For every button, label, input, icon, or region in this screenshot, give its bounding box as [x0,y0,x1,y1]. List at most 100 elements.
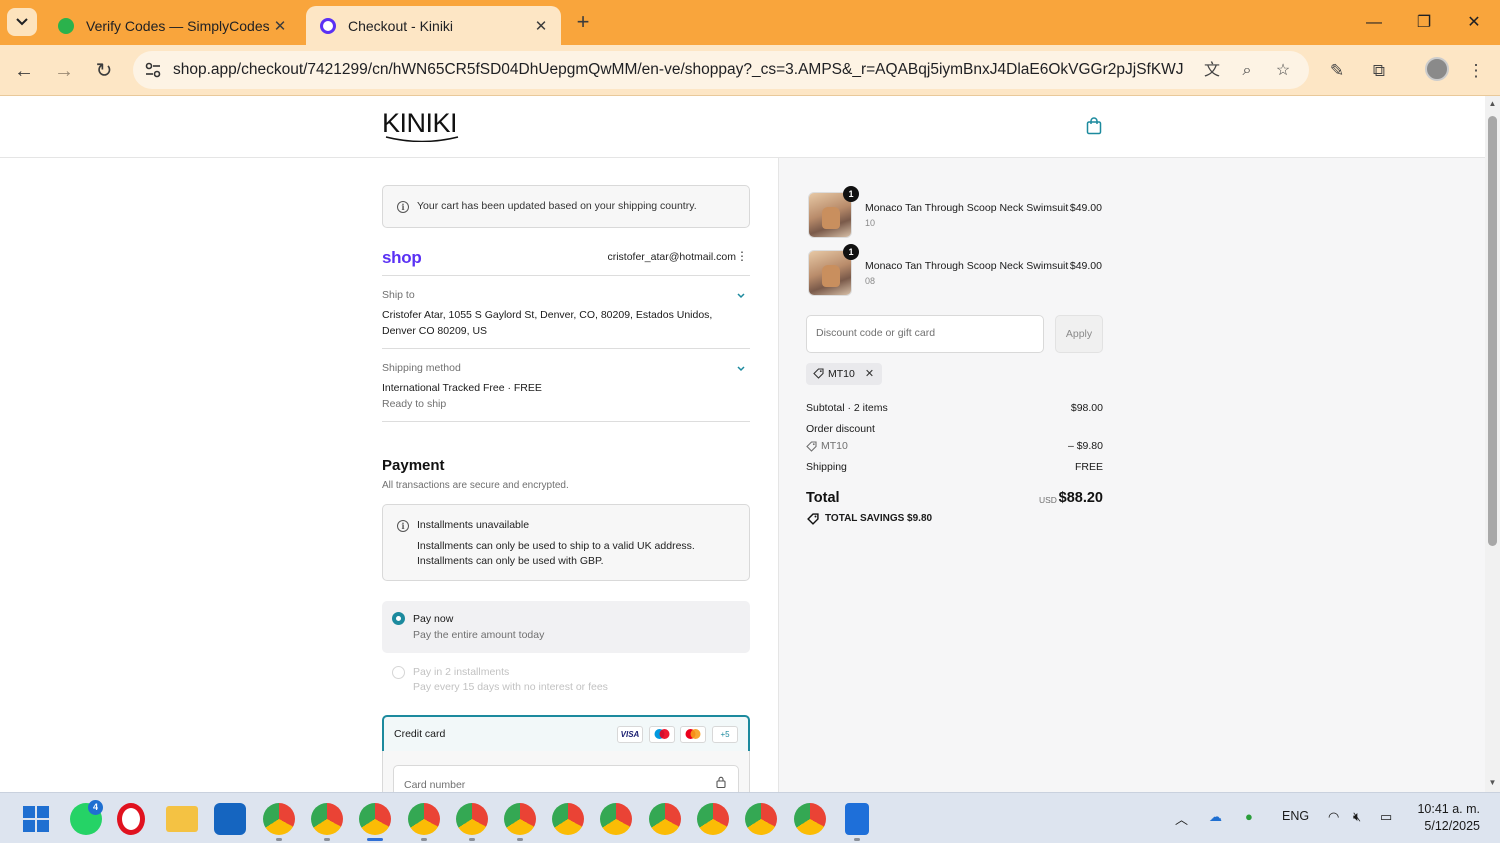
total-amount: $88.20 [1058,490,1103,506]
chrome-profile-icon[interactable] [311,803,343,835]
installments-option-title: Pay in 2 installments [413,666,510,678]
tab-title: Checkout - Kiniki [348,17,454,34]
shipping-method-section[interactable]: Shipping method International Tracked Fr… [382,349,750,422]
product-variant: 08 [865,276,876,286]
credit-card-option[interactable]: Credit card VISA +5 [382,715,750,753]
card-number-input[interactable]: Card number [393,765,739,792]
forward-button[interactable]: → [50,57,78,85]
extensions-icon[interactable]: ⧉ [1366,58,1392,84]
chevron-down-icon [16,18,28,26]
tag-icon [813,368,824,379]
apply-discount-button[interactable]: Apply [1055,315,1103,353]
chrome-profile-icon[interactable] [745,803,777,835]
credit-card-label: Credit card [394,728,446,740]
system-clock[interactable]: 10:41 a. m. 5/12/2025 [1417,801,1480,835]
show-hidden-icons-icon[interactable]: ︿ [1175,809,1188,828]
savings-tag-icon [807,513,819,525]
credit-card-fields: Card number [382,751,750,792]
chrome-profile-icon[interactable] [408,803,440,835]
discount-amount: – $9.80 [1067,440,1103,452]
pay-now-option[interactable]: Pay now Pay the entire amount today [382,601,750,653]
new-tab-button[interactable]: + [570,10,596,36]
shopping-bag-icon[interactable] [1086,117,1102,135]
payment-subtitle: All transactions are secure and encrypte… [382,480,569,491]
reload-button[interactable]: ↻ [90,57,118,85]
remove-discount-icon[interactable]: ✕ [865,368,874,380]
onedrive-icon[interactable]: ☁ [1209,809,1222,825]
running-indicator [421,838,427,841]
chrome-profile-icon[interactable] [552,803,584,835]
back-button[interactable]: ← [10,57,38,85]
address-bar[interactable]: shop.app/checkout/7421299/cn/hWN65CR5fSD… [133,51,1309,89]
pay-now-radio[interactable] [392,612,405,625]
site-info-icon[interactable] [143,60,163,80]
speaker-muted-icon[interactable]: 🔇︎ [1353,809,1361,825]
chrome-profile-icon[interactable] [697,803,729,835]
edit-icon[interactable]: ✎ [1324,58,1350,84]
windows-start-icon[interactable] [23,806,49,832]
notepad-icon[interactable] [845,803,869,835]
pay-now-subtitle: Pay the entire amount today [413,629,545,641]
chevron-down-icon[interactable] [736,364,746,374]
product-price: $49.00 [1069,260,1102,272]
subtotal-row: Subtotal · 2 items $98.00 [806,402,1103,414]
bookmark-star-icon[interactable]: ☆ [1272,60,1294,82]
tag-icon [806,441,817,452]
chrome-profile-icon[interactable] [600,803,632,835]
installments-option-subtitle: Pay every 15 days with no interest or fe… [413,681,608,693]
minimize-button[interactable]: — [1354,10,1394,36]
discount-code-field[interactable] [806,315,1044,353]
shipping-method-label: Shipping method [382,362,461,374]
restore-button[interactable]: ❐ [1404,10,1444,36]
language-indicator[interactable]: ENG [1282,809,1309,823]
product-variant: 10 [865,218,876,228]
ship-to-address-line2: Denver CO 80209, US [382,325,488,337]
tab-search-button[interactable] [7,8,37,36]
chrome-profile-icon[interactable] [794,803,826,835]
scroll-up-icon[interactable]: ▲ [1488,99,1497,108]
chrome-profile-icon[interactable] [263,803,295,835]
quantity-badge: 1 [843,186,859,202]
cart-updated-notice: i Your cart has been updated based on yo… [382,185,750,228]
battery-icon[interactable]: ▭ [1380,809,1392,825]
ship-to-section[interactable]: Ship to Cristofer Atar, 1055 S Gaylord S… [382,276,750,349]
order-discount-row: Order discount [806,423,1103,435]
tab-checkout-kiniki[interactable]: Checkout - Kiniki ✕ [306,6,561,45]
discount-code-input[interactable] [816,327,1036,339]
card-number-placeholder: Card number [404,779,466,791]
close-tab-icon[interactable]: ✕ [270,17,290,35]
translate-icon[interactable]: 文 [1201,60,1223,82]
tab-simplycodes[interactable]: Verify Codes — SimplyCodes ✕ [44,6,300,45]
chrome-profile-icon[interactable] [456,803,488,835]
order-item: 1 Monaco Tan Through Scoop Neck Swimsuit… [808,244,1104,300]
installments-line1: Installments can only be used to ship to… [417,540,695,552]
close-tab-icon[interactable]: ✕ [531,17,551,35]
scroll-down-icon[interactable]: ▼ [1488,778,1497,787]
shipping-status: Ready to ship [382,398,447,410]
scrollbar-thumb[interactable] [1488,116,1497,546]
chrome-profile-icon[interactable] [504,803,536,835]
kiniki-logo[interactable]: KINIKI [382,110,462,142]
outlook-icon[interactable] [214,803,246,835]
chevron-down-icon[interactable] [736,291,746,301]
opera-icon[interactable] [117,803,145,835]
shop-pay-logo: shop [382,248,422,267]
discount-code-label: MT10 [821,440,848,452]
product-name: Monaco Tan Through Scoop Neck Swimsuit [865,202,1069,214]
running-indicator [324,838,330,841]
zoom-icon[interactable]: ⌕ [1236,60,1258,82]
wifi-icon[interactable]: ◠ [1328,809,1339,825]
close-window-button[interactable]: ✕ [1454,10,1494,36]
running-indicator [469,838,475,841]
menu-kebab-icon[interactable]: ⋮ [1463,58,1489,84]
installments-radio[interactable] [392,666,405,679]
file-explorer-icon[interactable] [166,806,198,832]
app-tray-icon[interactable]: ● [1245,809,1253,824]
page-scrollbar[interactable]: ▲ ▼ [1485,96,1500,792]
info-icon: i [397,520,409,532]
profile-avatar[interactable] [1425,57,1449,81]
account-menu-icon[interactable]: ⋮ [736,249,748,263]
chrome-profile-icon[interactable] [359,803,391,835]
chrome-profile-icon[interactable] [649,803,681,835]
shipping-method-value: International Tracked Free · FREE [382,382,542,394]
